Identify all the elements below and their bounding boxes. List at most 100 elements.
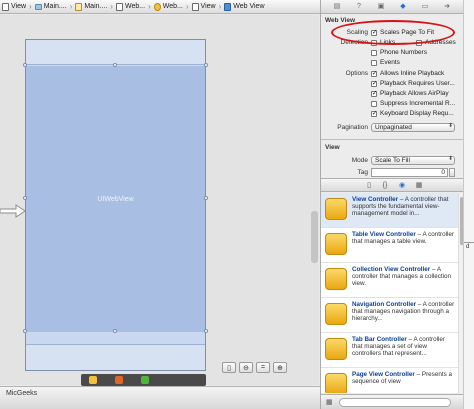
crumb-web-view[interactable]: Web View	[223, 0, 265, 14]
view-controller-dock-icon[interactable]	[141, 376, 149, 384]
checkbox-box	[371, 59, 377, 66]
mode-label: Mode	[351, 157, 368, 164]
chevron-right-icon: ›	[148, 2, 151, 11]
jump-bar: View › Main.... › Main.... › Web... › We…	[0, 0, 320, 14]
library-item-table-view-controller[interactable]: Table View Controller – A controller tha…	[321, 228, 458, 263]
size-inspector-icon[interactable]: ▭	[421, 3, 429, 11]
playback-requires-user-checkbox[interactable]: Playback Requires User...	[371, 79, 455, 87]
tab-bar-controller-icon	[325, 338, 347, 360]
object-library-list: View Controller – A controller that supp…	[321, 193, 458, 393]
events-checkbox[interactable]: Events	[371, 59, 400, 66]
resize-handle[interactable]	[204, 63, 208, 67]
checkbox-box	[371, 100, 377, 107]
view-controller-icon	[325, 198, 347, 220]
view-controller-scene[interactable]: UIWebView	[25, 39, 206, 371]
content-mode-popup[interactable]: Scale To Fill	[371, 156, 455, 165]
bottom-bar-area	[26, 344, 205, 370]
crumb-web-controller[interactable]: Web...	[153, 0, 184, 14]
identity-inspector-icon[interactable]: ▣	[377, 3, 385, 11]
file-inspector-icon[interactable]: ▤	[333, 3, 341, 11]
utilities-pane: ▤ ? ▣ ◆ ▭ ➜ Web View Scaling Scales Page…	[320, 0, 464, 409]
library-item-page-view-controller[interactable]: Page View Controller – Presents a sequen…	[321, 368, 458, 393]
library-item-text: Page View Controller – Presents a sequen…	[352, 371, 452, 386]
view-controller-icon	[153, 2, 161, 11]
playback-allows-airplay-checkbox[interactable]: Playback Allows AirPlay	[371, 89, 449, 97]
crumb-main-storyboard[interactable]: Main....	[74, 0, 108, 14]
library-filter-bar: ▦	[321, 394, 464, 409]
background-letter: d	[466, 244, 470, 250]
grid-view-icon[interactable]: ▦	[326, 398, 333, 406]
web-view[interactable]: UIWebView	[26, 66, 205, 332]
resize-handle[interactable]	[23, 329, 27, 333]
resize-handle[interactable]	[23, 196, 27, 200]
project-name: MicGeeks	[6, 390, 38, 397]
library-tabs: ▯ {} ◉ ▦	[321, 178, 464, 192]
canvas-scrollbar[interactable]	[311, 211, 318, 263]
debug-bar: MicGeeks	[0, 386, 320, 409]
library-filter-input[interactable]	[339, 398, 451, 407]
first-responder-icon[interactable]	[89, 376, 97, 384]
allows-inline-playback-checkbox[interactable]: Allows Inline Playback	[371, 69, 444, 77]
resize-handle[interactable]	[204, 329, 208, 333]
checkbox-box	[371, 69, 377, 77]
view-icon	[191, 2, 199, 11]
zoom-in-icon[interactable]: ⊕	[273, 362, 287, 373]
connections-inspector-icon[interactable]: ➜	[443, 3, 451, 11]
code-snippet-icon[interactable]: {}	[381, 182, 389, 190]
suppress-incremental-checkbox[interactable]: Suppress Incremental R...	[371, 100, 455, 107]
collection-view-controller-icon	[325, 268, 347, 290]
web-view-icon	[224, 2, 232, 11]
media-library-icon[interactable]: ▦	[415, 182, 423, 190]
checkbox-box	[371, 109, 377, 117]
inspector-tabs: ▤ ? ▣ ◆ ▭ ➜	[321, 0, 464, 14]
crumb-view-2[interactable]: View	[191, 0, 217, 14]
resize-handle[interactable]	[113, 329, 117, 333]
crumb-view[interactable]: View	[1, 0, 27, 14]
page-view-controller-icon	[325, 373, 347, 393]
object-library-icon[interactable]: ◉	[398, 182, 406, 190]
crumb-web-scene[interactable]: Web...	[115, 0, 146, 14]
library-item-text: Table View Controller – A controller tha…	[352, 231, 454, 246]
tag-label: Tag	[357, 169, 368, 176]
crumb-main-folder[interactable]: Main....	[34, 0, 68, 14]
annotation-ellipse	[331, 20, 455, 45]
zoom-fit-icon[interactable]: =	[256, 362, 270, 373]
attributes-inspector-icon[interactable]: ◆	[399, 3, 407, 11]
chevron-right-icon: ›	[110, 2, 113, 11]
library-item-collection-view-controller[interactable]: Collection View Controller – A controlle…	[321, 263, 458, 298]
folder-icon	[34, 3, 42, 10]
chevron-right-icon: ›	[218, 2, 222, 11]
tag-field[interactable]: 0	[371, 168, 448, 177]
resize-handle[interactable]	[23, 63, 27, 67]
quick-help-icon[interactable]: ?	[355, 3, 363, 11]
library-item-text: Tab Bar Controller – A controller that m…	[352, 336, 445, 358]
entry-point-arrow-icon	[0, 204, 26, 218]
resize-handle[interactable]	[204, 196, 208, 200]
checkbox-box	[371, 89, 377, 97]
storyboard-canvas[interactable]: UIWebView ▯ ⊖ = ⊕	[0, 15, 319, 386]
checkbox-box	[371, 49, 377, 56]
divider	[464, 242, 474, 243]
pagination-popup[interactable]: Unpaginated	[371, 123, 455, 132]
library-item-text: Navigation Controller – A controller tha…	[352, 301, 455, 323]
scene-dock	[81, 374, 206, 386]
checkbox-box	[371, 79, 377, 87]
zoom-out-icon[interactable]: ⊖	[239, 362, 253, 373]
library-item-view-controller[interactable]: View Controller – A controller that supp…	[321, 193, 458, 228]
chevron-right-icon: ›	[29, 2, 32, 11]
file-template-icon[interactable]: ▯	[365, 182, 373, 190]
library-item-tab-bar-controller[interactable]: Tab Bar Controller – A controller that m…	[321, 333, 458, 368]
library-item-text: Collection View Controller – A controlle…	[352, 266, 452, 288]
background-window-edge: d	[463, 0, 474, 409]
phone-numbers-checkbox[interactable]: Phone Numbers	[371, 49, 427, 56]
scene-icon	[115, 2, 123, 11]
chevron-right-icon: ›	[69, 2, 73, 11]
canvas-zoom-controls: ▯ ⊖ = ⊕	[222, 362, 287, 373]
tag-stepper[interactable]	[449, 168, 455, 177]
resize-handle[interactable]	[113, 63, 117, 67]
library-item-navigation-controller[interactable]: Navigation Controller – A controller tha…	[321, 298, 458, 333]
exit-icon[interactable]	[115, 376, 123, 384]
section-divider	[321, 139, 464, 140]
keyboard-display-checkbox[interactable]: Keyboard Display Requ...	[371, 109, 454, 117]
device-size-icon[interactable]: ▯	[222, 362, 236, 373]
